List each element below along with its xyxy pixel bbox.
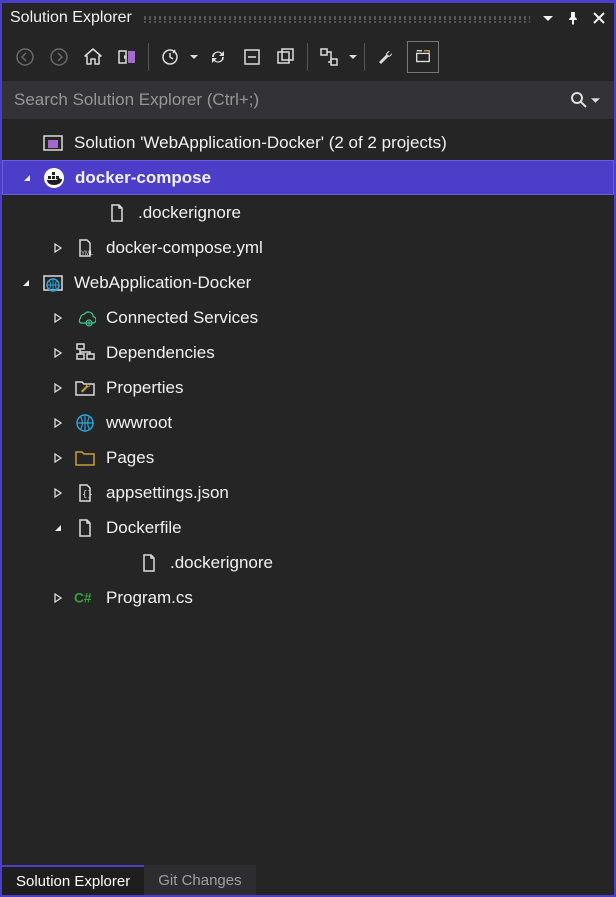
connected-services-icon: [74, 307, 96, 329]
search-input[interactable]: [12, 89, 565, 111]
show-all-files-button[interactable]: [269, 40, 303, 74]
back-button[interactable]: [8, 40, 42, 74]
search-bar: [2, 81, 614, 119]
toolbar: [2, 33, 614, 81]
solution-icon: [42, 132, 64, 154]
forward-button[interactable]: [42, 40, 76, 74]
bottom-tabs: Solution Explorer Git Changes: [2, 865, 614, 895]
switch-views-button[interactable]: [110, 40, 144, 74]
close-icon[interactable]: [592, 11, 606, 25]
pending-changes-filter-button[interactable]: [153, 40, 187, 74]
globe-icon: [74, 412, 96, 434]
expander-collapsed-icon[interactable]: [50, 590, 66, 606]
expander-collapsed-icon[interactable]: [50, 380, 66, 396]
tab-label: Git Changes: [158, 872, 241, 889]
tab-git-changes[interactable]: Git Changes: [144, 865, 255, 895]
expander-collapsed-icon[interactable]: [50, 345, 66, 361]
expander-collapsed-icon[interactable]: [50, 415, 66, 431]
view-class-diagram-button[interactable]: [312, 40, 346, 74]
file-icon: [74, 517, 96, 539]
properties-node[interactable]: Properties: [2, 370, 614, 405]
webapp-project-node[interactable]: WebApplication-Docker: [2, 265, 614, 300]
solution-tree: Solution 'WebApplication-Docker' (2 of 2…: [2, 119, 614, 865]
panel-title: Solution Explorer: [10, 9, 132, 27]
wwwroot-node[interactable]: wwwroot: [2, 405, 614, 440]
properties-button[interactable]: [369, 40, 403, 74]
svg-text:C#: C#: [74, 590, 92, 605]
expander-expanded-icon[interactable]: [50, 520, 66, 536]
expander-collapsed-icon[interactable]: [50, 240, 66, 256]
program-cs-node[interactable]: C# Program.cs: [2, 580, 614, 615]
dependencies-icon: [74, 342, 96, 364]
expander-collapsed-icon[interactable]: [50, 310, 66, 326]
window-controls: [542, 11, 606, 25]
file-icon: [138, 552, 160, 574]
dockerfile-node[interactable]: Dockerfile: [2, 510, 614, 545]
docker-icon: [43, 167, 65, 189]
toolbar-separator: [364, 43, 365, 71]
pages-label: Pages: [106, 448, 154, 468]
expander-collapsed-icon[interactable]: [50, 450, 66, 466]
preview-selected-button[interactable]: [407, 41, 439, 73]
window-position-icon[interactable]: [542, 12, 554, 24]
json-file-icon: {}: [74, 482, 96, 504]
filter-dropdown-arrow[interactable]: [187, 53, 201, 61]
svg-text:YML: YML: [81, 251, 94, 257]
dockerignore-nested-label: .dockerignore: [170, 553, 273, 573]
dependencies-node[interactable]: Dependencies: [2, 335, 614, 370]
folder-icon: [74, 447, 96, 469]
dockerignore-node[interactable]: .dockerignore: [2, 195, 614, 230]
expander-expanded-icon[interactable]: [18, 275, 34, 291]
solution-label: Solution 'WebApplication-Docker' (2 of 2…: [74, 133, 447, 153]
expander-expanded-icon[interactable]: [19, 170, 35, 186]
web-project-icon: [42, 272, 64, 294]
dockerignore-label: .dockerignore: [138, 203, 241, 223]
wwwroot-label: wwwroot: [106, 413, 172, 433]
home-button[interactable]: [76, 40, 110, 74]
program-cs-label: Program.cs: [106, 588, 193, 608]
drag-handle[interactable]: [144, 16, 530, 20]
toolbar-separator: [148, 43, 149, 71]
tab-label: Solution Explorer: [16, 873, 130, 890]
file-icon: [106, 202, 128, 224]
expander-collapsed-icon[interactable]: [50, 485, 66, 501]
pin-icon[interactable]: [566, 11, 580, 25]
tab-solution-explorer[interactable]: Solution Explorer: [2, 865, 144, 895]
connected-services-node[interactable]: Connected Services: [2, 300, 614, 335]
title-bar: Solution Explorer: [2, 3, 614, 33]
docker-compose-label: docker-compose: [75, 168, 211, 188]
properties-folder-icon: [74, 377, 96, 399]
sync-button[interactable]: [201, 40, 235, 74]
docker-compose-yml-label: docker-compose.yml: [106, 238, 263, 258]
connected-services-label: Connected Services: [106, 308, 258, 328]
dependencies-label: Dependencies: [106, 343, 215, 363]
docker-compose-yml-node[interactable]: YML docker-compose.yml: [2, 230, 614, 265]
svg-text:{}: {}: [82, 490, 93, 500]
docker-compose-project-node[interactable]: docker-compose: [2, 160, 614, 195]
collapse-all-button[interactable]: [235, 40, 269, 74]
pages-node[interactable]: Pages: [2, 440, 614, 475]
search-button[interactable]: [565, 88, 604, 112]
appsettings-node[interactable]: {} appsettings.json: [2, 475, 614, 510]
class-diagram-dropdown-arrow[interactable]: [346, 53, 360, 61]
csharp-file-icon: C#: [74, 587, 96, 609]
toolbar-separator: [307, 43, 308, 71]
yml-file-icon: YML: [74, 237, 96, 259]
properties-label: Properties: [106, 378, 183, 398]
appsettings-label: appsettings.json: [106, 483, 229, 503]
dockerignore-nested-node[interactable]: .dockerignore: [2, 545, 614, 580]
solution-node[interactable]: Solution 'WebApplication-Docker' (2 of 2…: [2, 125, 614, 160]
dockerfile-label: Dockerfile: [106, 518, 182, 538]
webapp-label: WebApplication-Docker: [74, 273, 251, 293]
